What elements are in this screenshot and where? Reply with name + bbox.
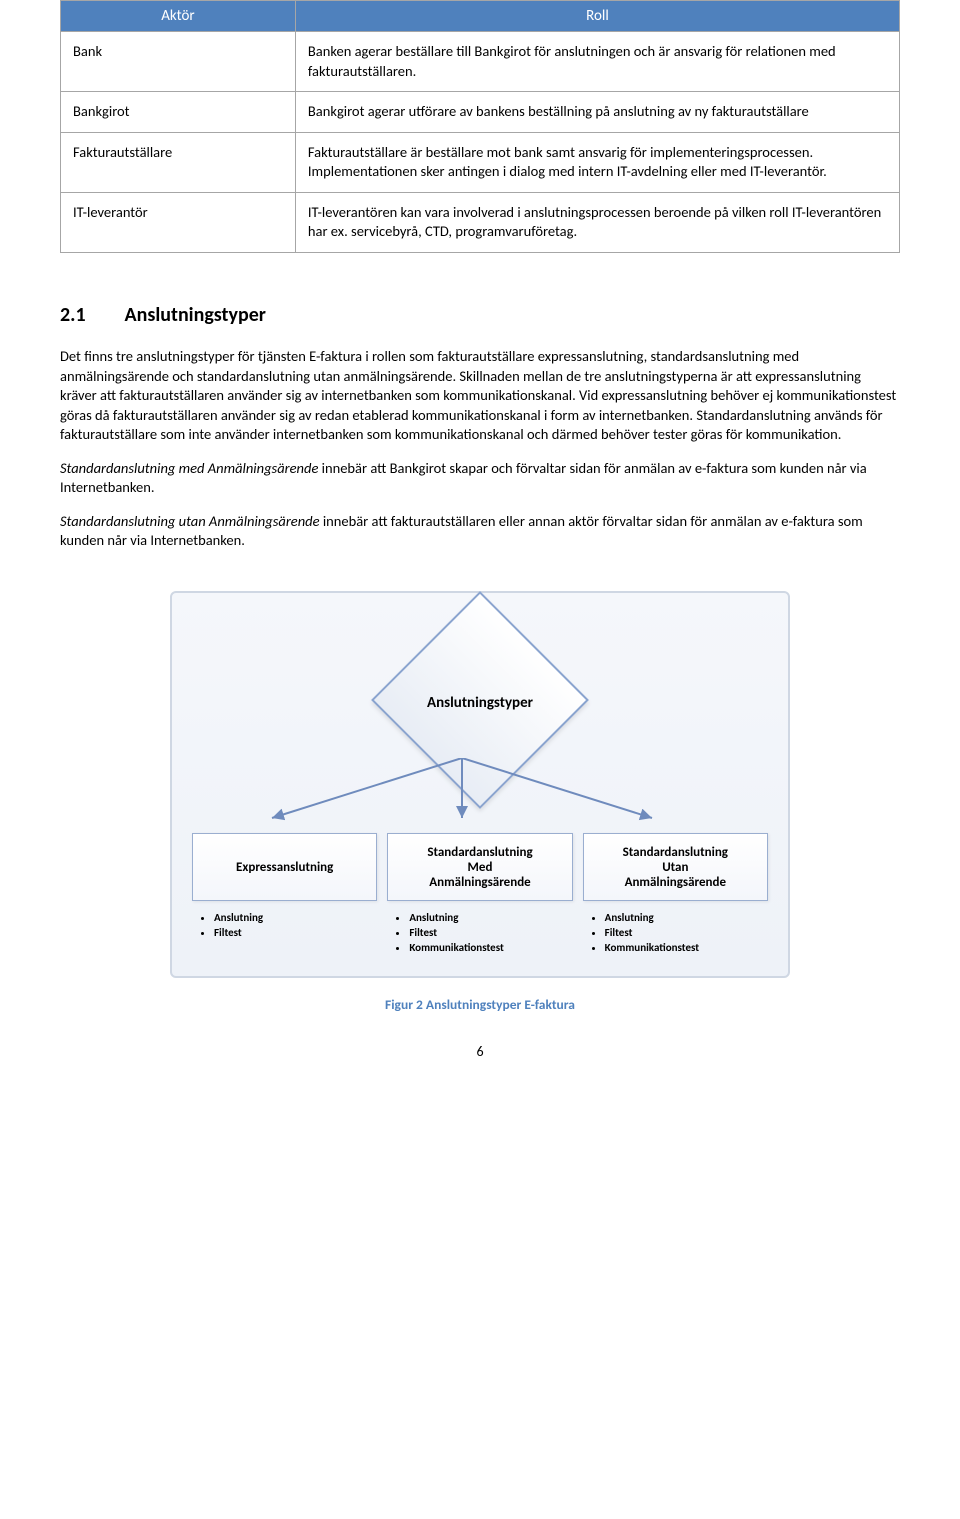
branch-std-utan: Standardanslutning Utan Anmälningsärende… — [583, 833, 768, 956]
actor-cell: Bank — [61, 32, 296, 92]
branch-box: Standardanslutning Utan Anmälningsärende — [583, 833, 768, 901]
section-title: Anslutningstyper — [125, 303, 266, 327]
branch-bullets: Anslutning Filtest Kommunikationstest — [605, 911, 768, 954]
bullet: Filtest — [409, 926, 572, 939]
bullet: Anslutning — [605, 911, 768, 924]
role-cell: Bankgirot agerar utförare av bankens bes… — [295, 92, 899, 133]
section-number: 2.1 — [60, 303, 120, 327]
table-row: Bankgirot Bankgirot agerar utförare av b… — [61, 92, 900, 133]
bullet: Anslutning — [214, 911, 377, 924]
bullet: Filtest — [605, 926, 768, 939]
lead-italic: Standardanslutning utan Anmälningsärende — [60, 512, 320, 530]
bullet: Kommunikationstest — [409, 941, 572, 954]
decision-label: Anslutningstyper — [192, 623, 768, 783]
bullet: Kommunikationstest — [605, 941, 768, 954]
branch-std-med: Standardanslutning Med Anmälningsärende … — [387, 833, 572, 956]
table-row: Bank Banken agerar beställare till Bankg… — [61, 32, 900, 92]
actor-cell: Fakturautställare — [61, 132, 296, 192]
flow-diagram: Anslutningstyper Expressanslutning Anslu… — [170, 591, 790, 978]
table-row: IT-leverantör IT-leverantören kan vara i… — [61, 192, 900, 252]
role-cell: IT-leverantören kan vara involverad i an… — [295, 192, 899, 252]
branch-box: Standardanslutning Med Anmälningsärende — [387, 833, 572, 901]
bullet: Anslutning — [409, 911, 572, 924]
branch-bullets: Anslutning Filtest Kommunikationstest — [409, 911, 572, 954]
table-head-role: Roll — [295, 1, 899, 32]
paragraph: Det finns tre anslutningstyper för tjäns… — [60, 347, 900, 445]
section-heading: 2.1 Anslutningstyper — [60, 303, 900, 327]
branch-box: Expressanslutning — [192, 833, 377, 901]
actor-cell: IT-leverantör — [61, 192, 296, 252]
table-row: Fakturautställare Fakturautställare är b… — [61, 132, 900, 192]
branch-express: Expressanslutning Anslutning Filtest — [192, 833, 377, 956]
lead-italic: Standardanslutning med Anmälningsärende — [60, 459, 318, 477]
role-cell: Fakturautställare är beställare mot bank… — [295, 132, 899, 192]
table-head-actor: Aktör — [61, 1, 296, 32]
figure-caption: Figur 2 Anslutningstyper E-faktura — [60, 996, 900, 1013]
branch-bullets: Anslutning Filtest — [214, 911, 377, 939]
paragraph: Standardanslutning utan Anmälningsärende… — [60, 512, 900, 551]
roles-table: Aktör Roll Bank Banken agerar beställare… — [60, 0, 900, 253]
bullet: Filtest — [214, 926, 377, 939]
actor-cell: Bankgirot — [61, 92, 296, 133]
page-number: 6 — [60, 1043, 900, 1060]
role-cell: Banken agerar beställare till Bankgirot … — [295, 32, 899, 92]
paragraph: Standardanslutning med Anmälningsärende … — [60, 459, 900, 498]
